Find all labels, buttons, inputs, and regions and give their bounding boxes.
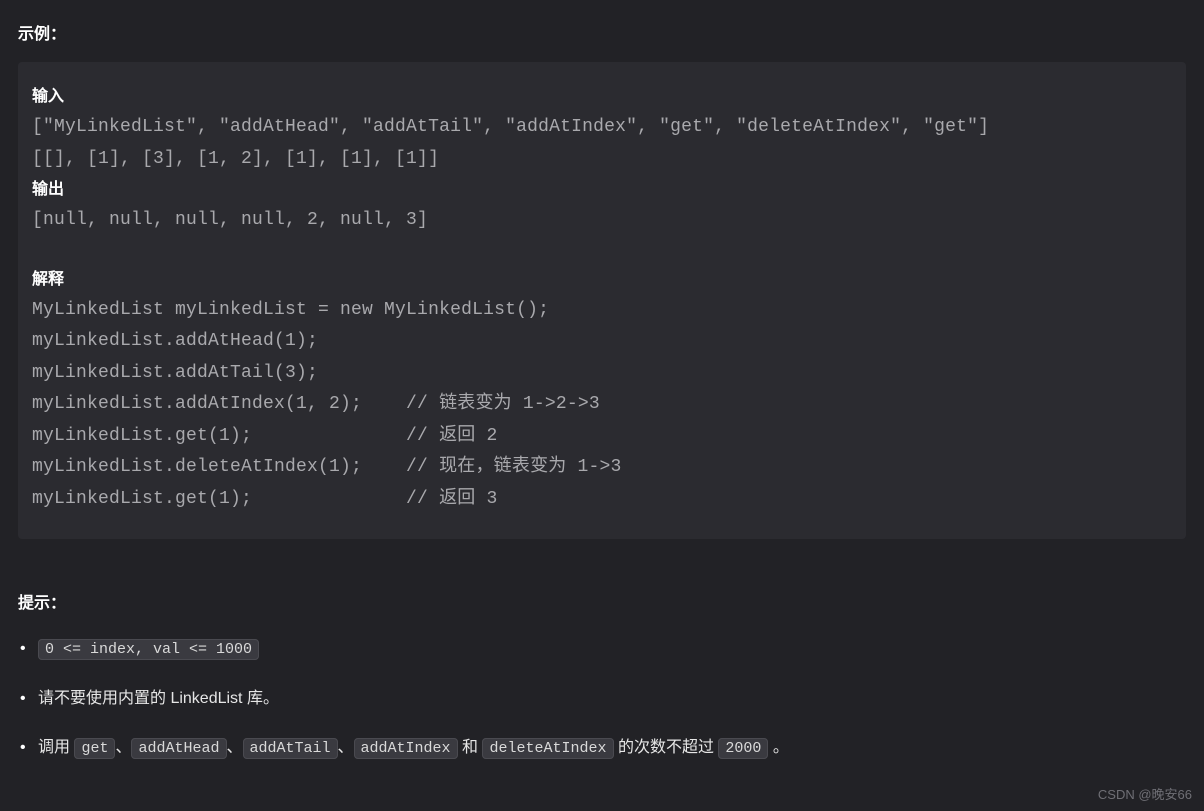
example-code-block: 输入 ["MyLinkedList", "addAtHead", "addAtT… [18, 62, 1186, 539]
explain-line: MyLinkedList myLinkedList = new MyLinked… [32, 295, 1172, 327]
hints-heading: 提示： [18, 589, 1186, 613]
method-code: get [74, 738, 115, 759]
hint-text: 、 [227, 739, 243, 756]
hint-text: 和 [458, 739, 483, 756]
hint-text: 请不要使用内置的 LinkedList 库。 [38, 690, 279, 707]
explain-line: myLinkedList.addAtIndex(1, 2); // 链表变为 1… [32, 389, 1172, 421]
problem-description: 示例： 输入 ["MyLinkedList", "addAtHead", "ad… [0, 0, 1204, 761]
explain-line: myLinkedList.get(1); // 返回 3 [32, 484, 1172, 516]
method-code: deleteAtIndex [482, 738, 613, 759]
example-heading: 示例： [18, 20, 1186, 44]
hint-item: 请不要使用内置的 LinkedList 库。 [18, 685, 1186, 712]
method-code: addAtIndex [354, 738, 458, 759]
input-line-1: ["MyLinkedList", "addAtHead", "addAtTail… [32, 112, 1172, 144]
hint-item: 0 <= index, val <= 1000 [18, 635, 1186, 663]
output-label: 输出 [32, 175, 1172, 199]
hint-item: 调用 get、addAtHead、addAtTail、addAtIndex 和 … [18, 734, 1186, 762]
hint-text: 、 [115, 739, 131, 756]
watermark-text: CSDN @晚安66 [1098, 784, 1192, 803]
hint-text: 的次数不超过 [614, 739, 719, 756]
explain-line: myLinkedList.addAtHead(1); [32, 326, 1172, 358]
explain-line: myLinkedList.addAtTail(3); [32, 358, 1172, 390]
explain-line: myLinkedList.deleteAtIndex(1); // 现在，链表变… [32, 452, 1172, 484]
count-code: 2000 [718, 738, 768, 759]
input-label: 输入 [32, 82, 1172, 106]
input-line-2: [[], [1], [3], [1, 2], [1], [1], [1]] [32, 144, 1172, 176]
constraint-code: 0 <= index, val <= 1000 [38, 639, 259, 660]
hint-text: 。 [768, 739, 788, 756]
explain-line: myLinkedList.get(1); // 返回 2 [32, 421, 1172, 453]
hints-list: 0 <= index, val <= 1000 请不要使用内置的 LinkedL… [18, 635, 1186, 761]
hint-text: 、 [338, 739, 354, 756]
explain-label: 解释 [32, 265, 1172, 289]
output-line: [null, null, null, null, 2, null, 3] [32, 205, 1172, 237]
hint-text: 调用 [38, 739, 74, 756]
method-code: addAtTail [243, 738, 338, 759]
method-code: addAtHead [131, 738, 226, 759]
